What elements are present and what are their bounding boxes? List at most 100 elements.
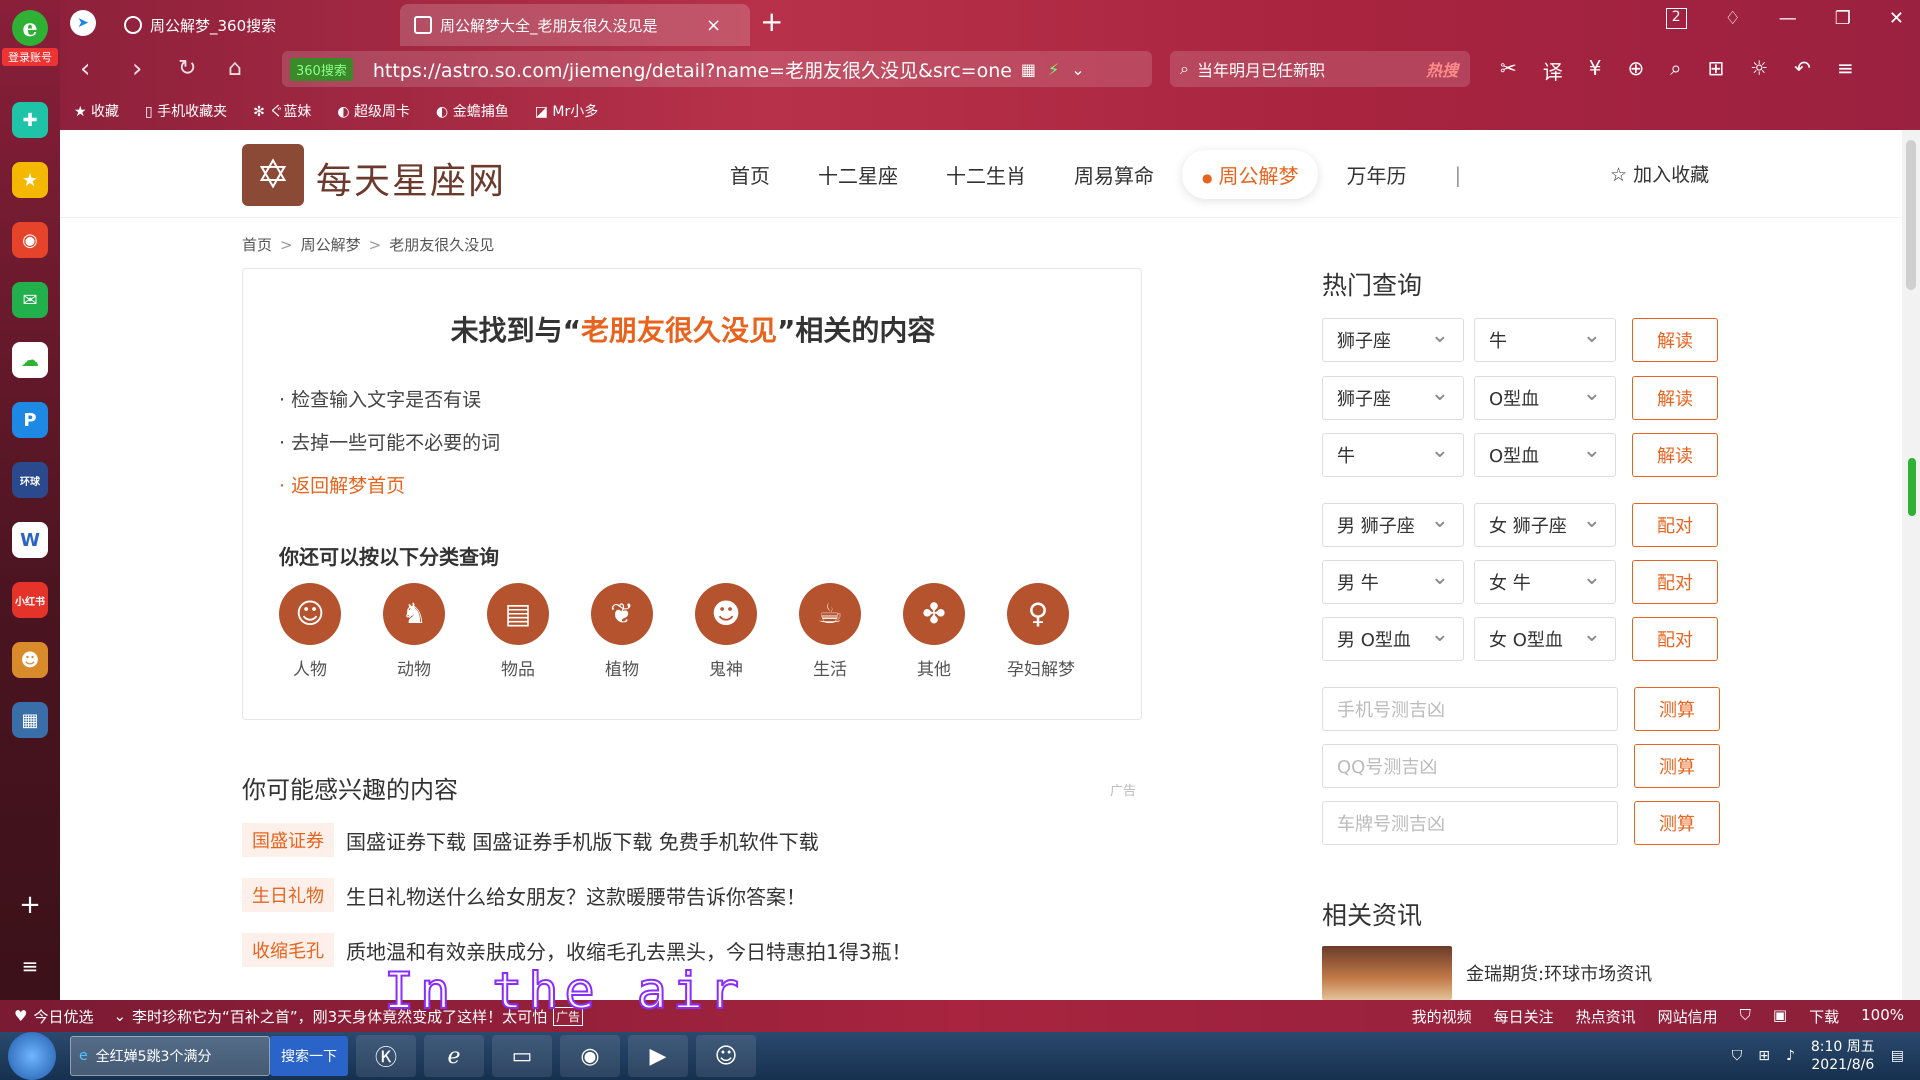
taskbar-search-input[interactable]: e 全红婵5跳3个满分 — [70, 1036, 270, 1076]
nav-calendar[interactable]: 万年历 — [1326, 150, 1426, 199]
bookmark-item[interactable]: ▯ 手机收藏夹 — [145, 101, 227, 121]
gamepad-icon[interactable]: ⊕ — [1628, 56, 1645, 85]
list-item[interactable]: 国盛证券 国盛证券下载 国盛证券手机版下载 免费手机软件下载 — [242, 822, 911, 858]
forward-icon[interactable]: › — [132, 54, 142, 84]
grid-icon[interactable]: ⊞ — [1707, 56, 1724, 85]
find-icon[interactable]: ⌕ — [1670, 56, 1681, 85]
k-app-icon[interactable]: Ⓚ — [356, 1035, 416, 1077]
nav-dream[interactable]: 周公解梦 — [1182, 150, 1319, 199]
match-button[interactable]: 配对 — [1632, 617, 1718, 661]
site-logo-text[interactable]: 每天星座网 — [316, 152, 506, 204]
select-a[interactable]: 男 狮子座 — [1322, 503, 1464, 547]
menu-icon[interactable]: ≡ — [1837, 56, 1854, 85]
tray-network-icon[interactable]: ⊞ — [1758, 1048, 1770, 1064]
close-window-icon[interactable]: ✕ — [1889, 8, 1904, 29]
select-a[interactable]: 狮子座 — [1322, 376, 1464, 420]
tray-volume-icon[interactable]: ♪ — [1786, 1048, 1795, 1064]
skin-icon[interactable]: ♢ — [1725, 8, 1741, 29]
category-ghost[interactable]: ☻ 鬼神 — [695, 583, 757, 680]
refresh-icon[interactable]: ↻ — [178, 56, 196, 81]
category-life[interactable]: ☕ 生活 — [799, 583, 861, 680]
nav-zodiac[interactable]: 十二星座 — [798, 150, 918, 199]
qq-input[interactable]: QQ号测吉凶 — [1322, 744, 1618, 788]
interpret-button[interactable]: 解读 — [1632, 376, 1718, 420]
mail-icon[interactable]: ✉ — [12, 282, 48, 318]
select-a[interactable]: 男 O型血 — [1322, 617, 1464, 661]
address-bar[interactable]: 360搜索 https://astro.so.com/jiemeng/detai… — [282, 51, 1152, 87]
hot-news[interactable]: 热点资讯 — [1576, 1006, 1636, 1027]
interpret-button[interactable]: 解读 — [1632, 433, 1718, 477]
today-picks[interactable]: 今日优选 — [33, 1006, 93, 1027]
nav-shengxiao[interactable]: 十二生肖 — [926, 150, 1046, 199]
image-icon[interactable]: ▣ — [1773, 1006, 1787, 1027]
zoom-level[interactable]: 100% — [1861, 1006, 1904, 1027]
url-text[interactable]: https://astro.so.com/jiemeng/detail?name… — [373, 56, 1013, 83]
red-app-icon[interactable]: 小红书 — [12, 582, 48, 618]
nav-zhouyi[interactable]: 周易算命 — [1054, 150, 1174, 199]
select-b[interactable]: 女 O型血 — [1474, 617, 1616, 661]
back-icon[interactable]: ‹ — [80, 54, 90, 84]
tab-count-badge[interactable]: 2 — [1665, 8, 1687, 29]
nav-home[interactable]: 首页 — [710, 150, 790, 199]
coin-icon[interactable]: ¥ — [1589, 56, 1602, 85]
tray-shield-icon[interactable]: ⛉ — [1732, 1048, 1743, 1064]
brightness-icon[interactable]: ☼ — [1750, 56, 1768, 85]
select-a[interactable]: 牛 — [1322, 433, 1464, 477]
account-login[interactable]: e 登录账号 — [2, 6, 58, 74]
select-a[interactable]: 狮子座 — [1322, 318, 1464, 362]
bookmark-item[interactable]: ◐ 超级周卡 — [337, 101, 410, 121]
site-credit[interactable]: 网站信用 — [1658, 1006, 1718, 1027]
download[interactable]: 下载 — [1809, 1006, 1839, 1027]
menu-icon[interactable]: ≡ — [0, 954, 60, 978]
notification-icon[interactable]: ▤ — [1891, 1048, 1904, 1064]
game-app-icon[interactable]: 环球 — [12, 462, 48, 498]
bookmark-item[interactable]: ◐ 金蟾捕鱼 — [436, 101, 509, 121]
translate-icon[interactable]: 译 — [1543, 56, 1563, 85]
game2-icon[interactable]: ☻ — [12, 642, 48, 678]
tab-search[interactable]: 周公解梦_360搜索 — [110, 4, 450, 46]
game-app-icon[interactable]: ☺ — [696, 1035, 756, 1077]
scissors-icon[interactable]: ✂ — [1500, 56, 1517, 85]
p-app-icon[interactable]: P — [12, 402, 48, 438]
minimize-icon[interactable]: — — [1779, 8, 1797, 29]
add-icon[interactable]: + — [0, 890, 60, 920]
select-b[interactable]: O型血 — [1474, 433, 1616, 477]
scrollbar-thumb[interactable] — [1906, 140, 1916, 290]
interpret-button[interactable]: 解读 — [1632, 318, 1718, 362]
weibo-icon[interactable]: ◉ — [12, 222, 48, 258]
crumb-home[interactable]: 首页 — [242, 236, 272, 254]
word-icon[interactable]: W — [12, 522, 48, 558]
bookmark-item[interactable]: ★ 收藏 — [74, 101, 119, 121]
taskbar-search-button[interactable]: 搜索一下 — [270, 1036, 348, 1076]
navigate-icon[interactable]: ➤ — [70, 10, 96, 36]
match-button[interactable]: 配对 — [1632, 503, 1718, 547]
bookmark-item[interactable]: ✻ ぐ蓝妹 — [253, 101, 311, 121]
my-video[interactable]: 我的视频 — [1412, 1006, 1472, 1027]
search-box[interactable]: ⌕ 当年明月已任新职 热搜 — [1170, 51, 1470, 87]
qr-icon[interactable]: ▦ — [1021, 60, 1036, 79]
select-b[interactable]: 女 狮子座 — [1474, 503, 1616, 547]
calc-button[interactable]: 测算 — [1634, 744, 1720, 788]
undo-icon[interactable]: ↶ — [1794, 56, 1811, 85]
select-a[interactable]: 男 牛 — [1322, 560, 1464, 604]
select-b[interactable]: O型血 — [1474, 376, 1616, 420]
side-accent-handle[interactable] — [1908, 458, 1916, 516]
phone-input[interactable]: 手机号测吉凶 — [1322, 687, 1618, 731]
news-item[interactable]: 金瑞期货:环球市场资讯 — [1322, 946, 1652, 1000]
category-person[interactable]: ☺ 人物 — [279, 583, 341, 680]
new-tab-button[interactable]: + — [760, 8, 783, 36]
scrollbar[interactable] — [1902, 130, 1920, 1000]
game3-icon[interactable]: ▦ — [12, 702, 48, 738]
calc-button[interactable]: 测算 — [1634, 687, 1720, 731]
list-item[interactable]: 生日礼物 生日礼物送什么给女朋友？这款暖腰带告诉你答案！ — [242, 877, 911, 913]
calc-button[interactable]: 测算 — [1634, 801, 1720, 845]
browser-app-icon[interactable]: ◉ — [560, 1035, 620, 1077]
category-other[interactable]: ✤ 其他 — [903, 583, 965, 680]
maximize-icon[interactable]: ❐ — [1835, 8, 1851, 29]
plate-input[interactable]: 车牌号测吉凶 — [1322, 801, 1618, 845]
speed-icon[interactable]: ⚡ — [1048, 60, 1059, 79]
shield-icon[interactable]: ⛉ — [1740, 1006, 1751, 1027]
folder-icon[interactable]: ▭ — [492, 1035, 552, 1077]
crumb-dream[interactable]: 周公解梦 — [301, 236, 361, 254]
site-logo-icon[interactable]: ✡ — [242, 144, 304, 206]
